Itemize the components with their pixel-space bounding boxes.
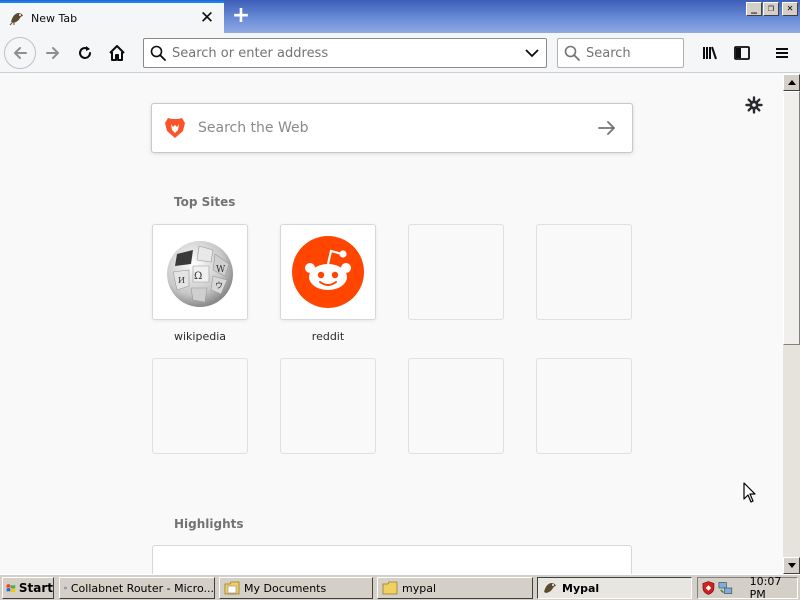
tab-new-tab[interactable]: New Tab ✕ [0,1,224,33]
svg-text:ウ: ウ [215,281,223,290]
menu-button[interactable] [767,37,797,69]
new-tab-button[interactable]: + [228,3,254,29]
new-tab-page: Top Sites Ω W И ウ wikipedi [0,74,783,574]
scroll-down-button[interactable] [783,557,800,574]
taskbar-item-mypal-browser[interactable]: Mypal [537,577,692,599]
folder-icon [224,581,240,595]
search-input[interactable] [586,40,678,66]
url-bar[interactable] [143,38,547,68]
taskbar: Start Collabnet Router - Micro... My Doc… [0,574,800,600]
start-button[interactable]: Start [2,577,54,599]
folder-icon [382,581,398,595]
arrow-right-icon[interactable] [582,120,632,136]
search-icon [144,45,172,61]
gear-icon[interactable] [743,94,765,116]
taskbar-item-label: Mypal [562,581,600,595]
top-site-placeholder[interactable] [408,224,504,320]
ie-icon [64,586,67,590]
top-site-placeholder[interactable] [536,224,632,320]
top-site-placeholder[interactable] [152,358,248,454]
clock[interactable]: 10:07 PM [750,575,797,600]
network-icon[interactable] [718,580,733,596]
reddit-alien-icon [292,236,364,308]
shield-icon[interactable] [702,580,715,596]
url-input[interactable] [172,40,518,66]
top-site-label: wikipedia [173,330,226,343]
triangle-down-icon [787,563,796,568]
svg-text:И: И [178,276,185,285]
reload-icon [79,46,91,59]
home-button[interactable] [101,37,133,69]
reload-button[interactable] [69,37,101,69]
tab-strip: New Tab ✕ + _ ❐ ✕ [0,0,800,33]
scroll-up-button[interactable] [783,74,800,91]
svg-text:W: W [216,265,226,275]
tab-title: New Tab [31,11,78,25]
windows-flag-icon [6,584,16,593]
taskbar-item-label: mypal [402,581,437,595]
taskbar-item-collabnet[interactable]: Collabnet Router - Micro... [59,577,215,599]
mypal-icon [544,583,556,593]
taskbar-item-label: Collabnet Router - Micro... [70,581,214,595]
sidebar-icon [734,46,750,60]
web-search-input[interactable] [198,108,582,148]
svg-text:Ω: Ω [194,271,202,282]
vertical-scrollbar[interactable] [783,74,800,574]
taskbar-item-label: My Documents [244,581,327,595]
top-site-tile-wikipedia[interactable]: Ω W И ウ [152,224,248,320]
mouse-cursor-icon [743,482,756,503]
highlight-card[interactable] [152,545,632,574]
library-icon [703,46,717,60]
top-site-tile-reddit[interactable] [280,224,376,320]
web-search-box[interactable] [151,103,633,153]
restore-button[interactable]: ❐ [763,2,779,16]
forward-arrow-icon [46,47,59,59]
system-tray: 10:07 PM [697,575,798,600]
top-sites-heading: Top Sites [174,195,236,209]
highlights-heading: Highlights [174,517,244,531]
home-icon [109,45,125,61]
search-bar[interactable] [557,38,684,68]
top-site-placeholder[interactable] [280,358,376,454]
back-arrow-icon [14,47,27,59]
library-button[interactable] [695,37,725,69]
close-window-button[interactable]: ✕ [782,2,798,16]
hamburger-menu-icon [776,48,788,58]
top-site-placeholder[interactable] [536,358,632,454]
wikipedia-globe-icon: Ω W И ウ [167,240,233,307]
taskbar-item-mypal-folder[interactable]: mypal [377,577,533,599]
brave-lion-icon [152,116,198,140]
mypal-favicon-icon [9,10,25,26]
forward-button[interactable] [37,37,69,69]
scroll-thumb[interactable] [783,91,800,345]
window-controls: _ ❐ ✕ [746,2,798,16]
start-label: Start [18,581,53,595]
triangle-up-icon [787,80,796,85]
tab-close-icon[interactable]: ✕ [196,7,218,29]
chevron-down-icon[interactable] [518,48,546,58]
top-site-label: reddit [311,330,345,343]
taskbar-item-my-documents[interactable]: My Documents [219,577,373,599]
nav-bar [0,33,800,73]
search-icon [558,45,586,61]
minimize-button[interactable]: _ [746,2,762,16]
back-button[interactable] [4,37,36,69]
top-site-placeholder[interactable] [408,358,504,454]
sidebar-toggle-button[interactable] [727,37,757,69]
